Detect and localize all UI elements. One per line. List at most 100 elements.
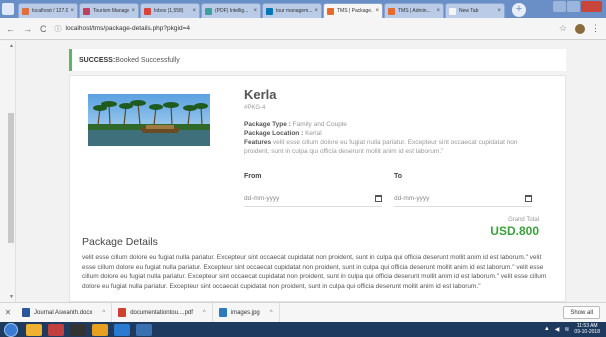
- package-location: Package Location : Kerlal: [244, 129, 544, 138]
- close-tab-icon[interactable]: ×: [192, 8, 196, 14]
- close-tab-icon[interactable]: ×: [497, 8, 501, 14]
- to-date-placeholder: dd-mm-yyyy: [394, 195, 430, 202]
- browser-tab[interactable]: Inbox (1,558) ×: [140, 3, 200, 18]
- close-window-button[interactable]: [581, 1, 603, 12]
- browser-tab[interactable]: localhost / 127.0.0.1×: [18, 3, 78, 18]
- extension-icon[interactable]: [575, 23, 585, 34]
- scrollbar-thumb[interactable]: [8, 113, 14, 243]
- alert-strong: SUCCESS:: [79, 56, 116, 64]
- url-text: localhost/tms/package-details.php?pkgid=…: [65, 25, 190, 32]
- package-details-body: velit esse cillum dolore eu fugiat nulla…: [82, 254, 547, 290]
- package-type-value: Family and Couple: [292, 121, 347, 128]
- window-menu-icon[interactable]: [2, 3, 14, 15]
- page-viewport: ▲ ▼ SUCCESS: Booked Successfully Kerla #…: [0, 41, 606, 302]
- tab-title: New Tab: [459, 8, 479, 14]
- scroll-up-icon[interactable]: ▲: [9, 43, 14, 49]
- close-tab-icon[interactable]: ×: [314, 8, 318, 14]
- taskbar-apps: [26, 323, 158, 336]
- download-filename: Journal Aswanth.docx: [34, 309, 93, 316]
- chevron-up-icon[interactable]: ^: [270, 310, 273, 316]
- browser-tab[interactable]: tour managem... ×: [262, 3, 322, 18]
- package-features: Features velit esse cillum dolore eu fug…: [244, 138, 544, 156]
- reload-icon[interactable]: C: [40, 24, 47, 34]
- close-tab-icon[interactable]: ×: [436, 8, 440, 14]
- file-icon: [118, 308, 127, 317]
- taskbar-app-icon[interactable]: [114, 323, 130, 336]
- bookmark-star-icon[interactable]: ☆: [559, 23, 567, 34]
- package-location-label: Package Location :: [244, 130, 304, 137]
- volume-icon[interactable]: ◀: [555, 326, 560, 333]
- tab-title: tour managem...: [276, 8, 313, 14]
- tab-favicon-icon: [205, 7, 212, 15]
- tab-favicon-icon: [449, 7, 456, 15]
- close-download-bar-icon[interactable]: ✕: [0, 308, 16, 317]
- calendar-icon[interactable]: [375, 195, 382, 202]
- from-date-input[interactable]: dd-mm-yyyy: [244, 191, 382, 207]
- browser-tab-strip: localhost / 127.0.0.1×Tourism Manage...×…: [0, 0, 606, 18]
- package-type: Package Type : Family and Couple: [244, 120, 544, 129]
- package-details-title: Package Details: [82, 236, 158, 248]
- forward-arrow-icon[interactable]: →: [23, 24, 32, 34]
- taskbar-app-icon[interactable]: [48, 323, 64, 336]
- grand-total-value: USD.800: [490, 224, 539, 238]
- os-taskbar: ▲ ◀ ≋ 11:53 AM 09-10-2018: [0, 322, 606, 337]
- download-filename: images.jpg: [230, 309, 260, 316]
- from-date-placeholder: dd-mm-yyyy: [244, 195, 280, 202]
- package-features-label: Features: [244, 139, 272, 146]
- browser-tab[interactable]: Tourism Manage...×: [79, 3, 139, 18]
- package-location-value: Kerlal: [305, 130, 322, 137]
- browser-tab[interactable]: (PDF) Intellig... ×: [201, 3, 261, 18]
- browser-tab[interactable]: New Tab ×: [445, 3, 505, 18]
- scroll-down-icon[interactable]: ▼: [9, 294, 14, 300]
- download-item[interactable]: images.jpg ^: [213, 302, 280, 323]
- download-list: Journal Aswanth.docx ^ documentationtou...…: [16, 302, 280, 323]
- download-item[interactable]: Journal Aswanth.docx ^: [16, 302, 113, 323]
- taskbar-app-icon[interactable]: [92, 323, 108, 336]
- calendar-icon[interactable]: [525, 195, 532, 202]
- start-button[interactable]: [4, 322, 18, 337]
- close-tab-icon[interactable]: ×: [253, 8, 257, 14]
- close-tab-icon[interactable]: ×: [131, 8, 135, 14]
- tab-favicon-icon: [327, 7, 334, 15]
- minimize-button[interactable]: [553, 1, 567, 12]
- taskbar-app-icon[interactable]: [136, 323, 152, 336]
- url-field[interactable]: ⓘ localhost/tms/package-details.php?pkgi…: [55, 21, 553, 36]
- tab-favicon-icon: [144, 7, 151, 15]
- file-icon: [218, 308, 227, 317]
- tab-favicon-icon: [22, 7, 29, 15]
- scrollbar[interactable]: ▲ ▼: [0, 41, 16, 302]
- close-tab-icon[interactable]: ×: [70, 8, 74, 14]
- tab-title: Tourism Manage...: [93, 8, 130, 14]
- to-date-input[interactable]: dd-mm-yyyy: [394, 191, 532, 207]
- from-label: From: [244, 173, 262, 180]
- tab-title: (PDF) Intellig...: [215, 8, 249, 14]
- network-icon[interactable]: ≋: [564, 326, 569, 333]
- chevron-up-icon[interactable]: ^: [203, 310, 206, 316]
- site-info-icon[interactable]: ⓘ: [55, 24, 62, 34]
- download-item[interactable]: documentationtou....pdf ^: [112, 302, 213, 323]
- download-filename: documentationtou....pdf: [130, 309, 193, 316]
- tab-favicon-icon: [83, 7, 90, 15]
- file-icon: [22, 308, 30, 317]
- taskbar-app-icon[interactable]: [70, 323, 86, 336]
- taskbar-app-icon[interactable]: [26, 323, 42, 336]
- chevron-up-icon[interactable]: ^: [102, 310, 105, 316]
- close-tab-icon[interactable]: ×: [375, 8, 379, 14]
- browser-tab[interactable]: TMS | Admin... ×: [384, 3, 444, 18]
- tab-favicon-icon: [388, 7, 395, 15]
- tab-title: TMS | Admin...: [398, 8, 431, 14]
- package-id: #PKG-4: [244, 105, 266, 111]
- package-image: [88, 94, 210, 146]
- browser-tab[interactable]: TMS | Package... ×: [323, 3, 383, 18]
- maximize-button[interactable]: [567, 1, 581, 12]
- address-bar: ← → C ⓘ localhost/tms/package-details.ph…: [0, 18, 606, 40]
- tab-list: localhost / 127.0.0.1×Tourism Manage...×…: [18, 3, 506, 18]
- clock[interactable]: 11:53 AM 09-10-2018: [574, 323, 600, 335]
- tray-arrow-icon[interactable]: ▲: [544, 326, 550, 332]
- back-arrow-icon[interactable]: ←: [6, 24, 15, 34]
- tab-title: localhost / 127.0.0.1: [32, 8, 69, 14]
- show-all-button[interactable]: Show all: [563, 306, 600, 319]
- browser-menu-icon[interactable]: ⋮: [591, 23, 600, 34]
- grand-total-label: Grand Total: [508, 217, 539, 223]
- new-tab-button[interactable]: +: [512, 3, 526, 17]
